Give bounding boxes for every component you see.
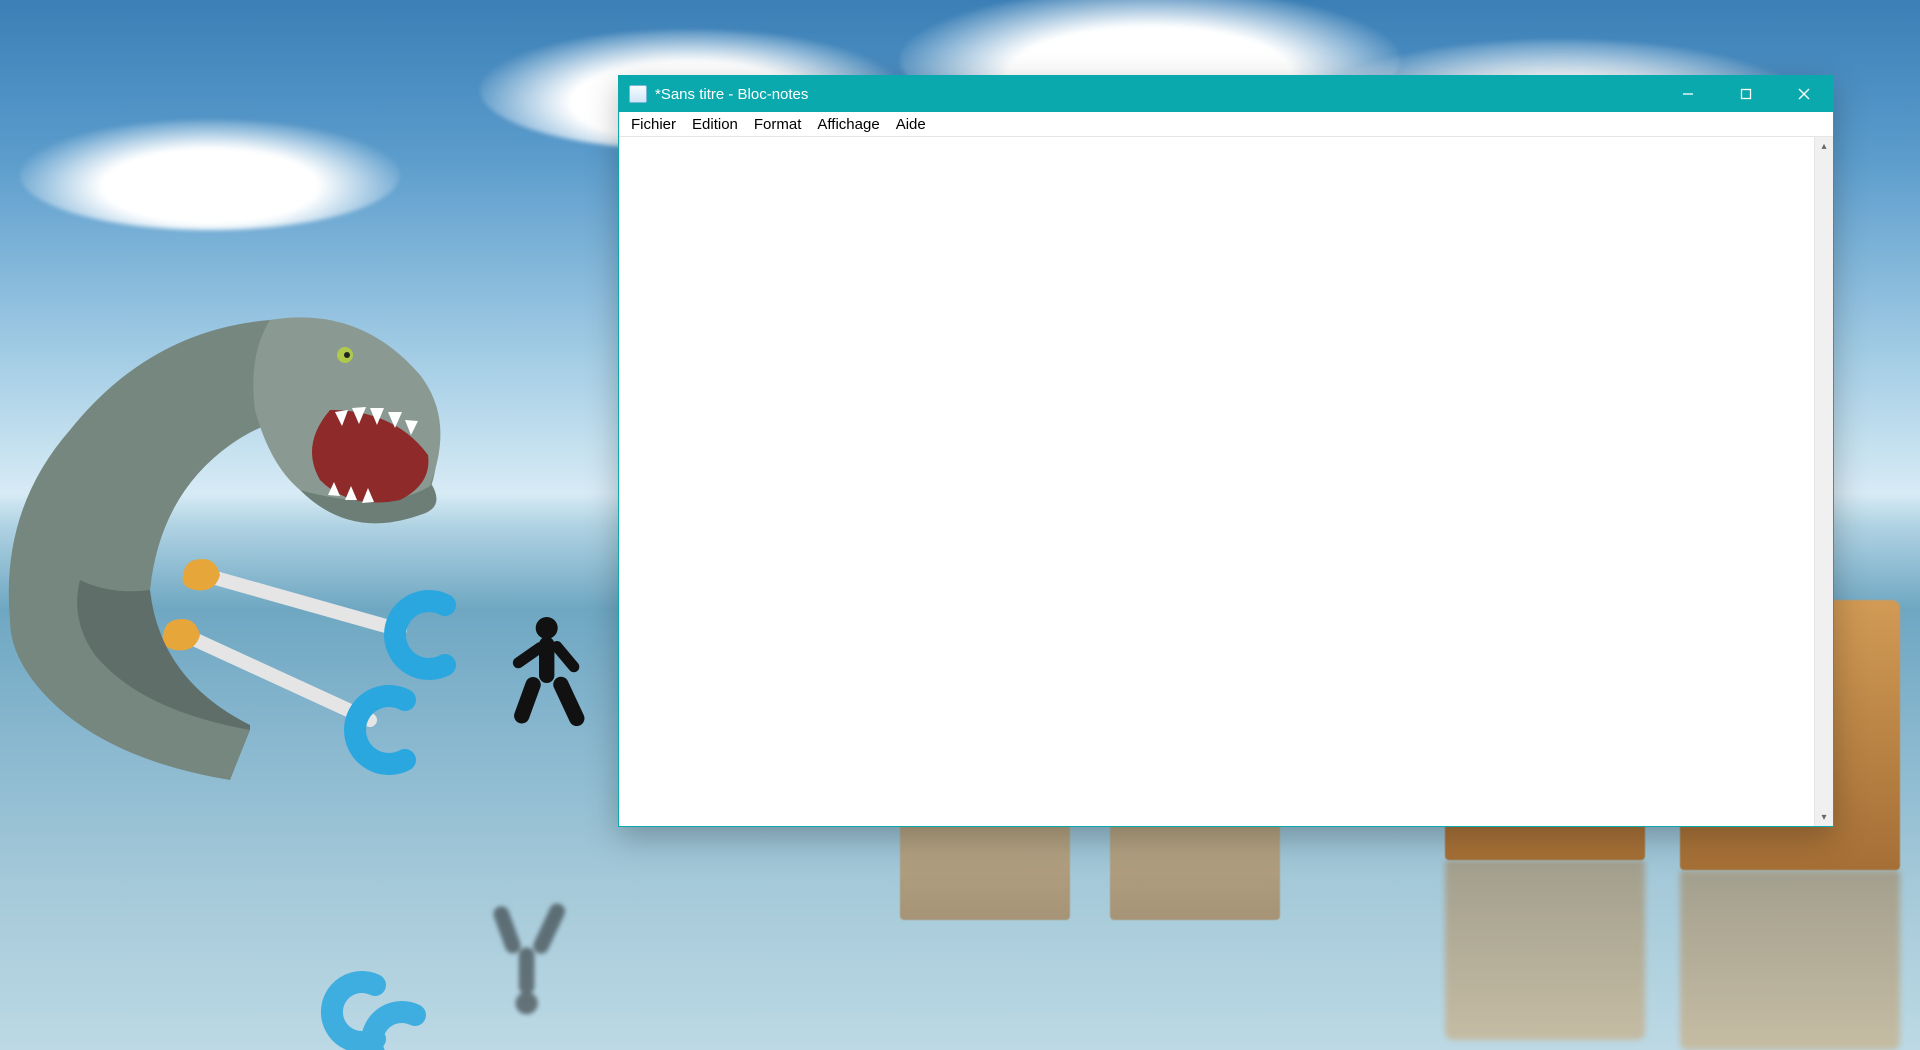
rock-reflection: [1445, 860, 1645, 1040]
runner-reflection: [470, 830, 590, 1020]
dinosaur-illustration: [0, 260, 520, 880]
scroll-up-arrow[interactable]: ▴: [1815, 137, 1833, 155]
titlebar[interactable]: *Sans titre - Bloc-notes: [619, 76, 1833, 112]
cloud: [20, 120, 400, 230]
window-title: *Sans titre - Bloc-notes: [655, 86, 808, 103]
rock-reflection: [1680, 870, 1900, 1050]
notepad-window: *Sans titre - Bloc-notes Fichier Edition…: [618, 75, 1834, 827]
maximize-button[interactable]: [1717, 76, 1775, 112]
notepad-app-icon: [629, 85, 647, 103]
menu-view[interactable]: Affichage: [809, 114, 887, 135]
minimize-button[interactable]: [1659, 76, 1717, 112]
runner-illustration: [495, 612, 605, 799]
text-editor[interactable]: [619, 137, 1814, 826]
desktop-wallpaper: *Sans titre - Bloc-notes Fichier Edition…: [0, 0, 1920, 1050]
close-button[interactable]: [1775, 76, 1833, 112]
grabber-reflection: [320, 960, 460, 1050]
menu-file[interactable]: Fichier: [623, 114, 684, 135]
menu-edit[interactable]: Edition: [684, 114, 746, 135]
vertical-scrollbar[interactable]: ▴ ▾: [1814, 137, 1833, 826]
menu-help[interactable]: Aide: [888, 114, 934, 135]
scroll-down-arrow[interactable]: ▾: [1815, 808, 1833, 826]
menubar: Fichier Edition Format Affichage Aide: [619, 112, 1833, 137]
menu-format[interactable]: Format: [746, 114, 810, 135]
